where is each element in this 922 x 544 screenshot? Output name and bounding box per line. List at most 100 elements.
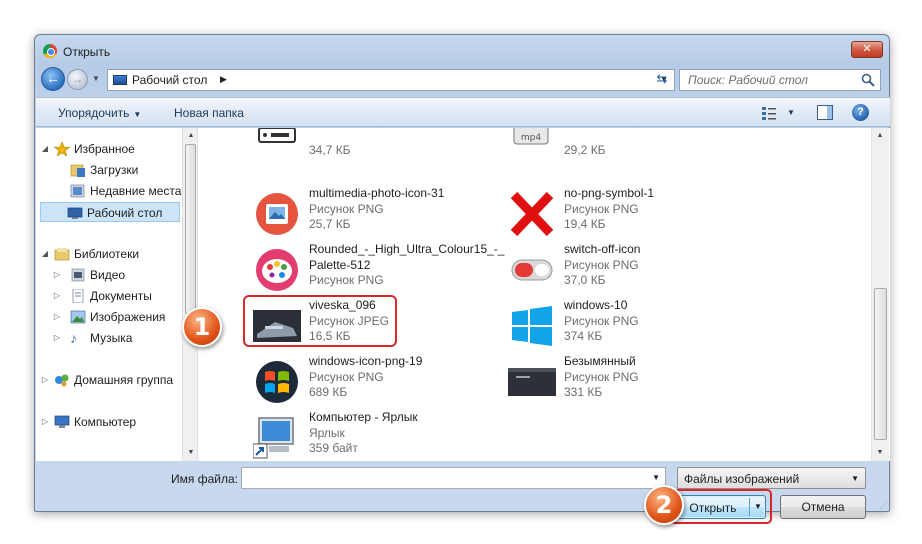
star-icon	[54, 142, 70, 156]
history-dropdown-icon[interactable]: ▼	[92, 74, 100, 83]
expand-arrow-icon[interactable]: ▷	[52, 307, 62, 327]
close-button[interactable]: ✕	[851, 41, 883, 58]
recent-places-icon	[70, 184, 85, 198]
file-item[interactable]: Безымянный Рисунок PNG 331 КБ	[506, 354, 756, 410]
sidebar-item-favorites[interactable]: ◢ Избранное	[40, 139, 186, 159]
filename-dropdown-icon[interactable]: ▼	[652, 473, 660, 482]
breadcrumb-arrow-icon[interactable]: ▶	[220, 74, 227, 85]
file-type: Рисунок PNG	[564, 369, 639, 384]
file-size: 359 байт	[309, 441, 358, 455]
open-file-dialog: Открыть ✕ ← → ▼ Рабочий стол ▶ ▼ ⇆ Поиск…	[34, 34, 890, 524]
scroll-up-icon[interactable]: ▲	[183, 128, 197, 144]
palette-icon	[256, 249, 298, 291]
sidebar-item-computer[interactable]: ▷ Компьютер	[40, 412, 186, 432]
documents-library-icon	[72, 289, 84, 303]
sidebar-item-videos[interactable]: ▷ Видео	[40, 265, 186, 285]
video-library-icon	[71, 268, 85, 282]
homegroup-icon	[55, 374, 69, 387]
windows7-logo	[256, 361, 298, 403]
navigation-scrollbar[interactable]: ▲ ▼	[182, 128, 197, 461]
music-note-icon: ♪	[70, 330, 77, 346]
navigation-pane: ◢ Избранное Загрузки Недавние места Рабо…	[36, 128, 198, 461]
sidebar-item-recent-places[interactable]: Недавние места	[40, 181, 186, 201]
file-type: Рисунок PNG	[564, 257, 639, 272]
forward-button[interactable]: →	[67, 69, 88, 90]
expand-arrow-icon[interactable]: ▷	[52, 265, 62, 285]
file-list-scrollbar[interactable]: ▲ ▼	[871, 128, 889, 461]
file-name: windows-icon-png-19	[309, 354, 423, 368]
file-type: Рисунок PNG	[309, 273, 384, 287]
sidebar-item-label: Недавние места	[90, 184, 182, 198]
libraries-icon	[54, 248, 70, 261]
sidebar-item-label: Видео	[90, 268, 126, 282]
sidebar-item-documents[interactable]: ▷ Документы	[40, 286, 186, 306]
sidebar-item-downloads[interactable]: Загрузки	[40, 160, 186, 180]
change-view-icon[interactable]	[761, 105, 777, 121]
organize-button[interactable]: Упорядочить ▼	[58, 106, 141, 120]
file-item[interactable]: switch-off-icon Рисунок PNG 37,0 КБ	[506, 242, 756, 298]
search-input[interactable]: Поиск: Рабочий стол	[679, 69, 881, 91]
filetype-select[interactable]: Файлы изображений ▼	[677, 467, 866, 489]
file-item[interactable]: multimedia-photo-icon-31 Рисунок PNG 25,…	[251, 186, 501, 242]
address-text[interactable]: Рабочий стол	[132, 73, 207, 87]
sidebar-item-label: Изображения	[90, 310, 166, 324]
filename-field[interactable]: ▼	[241, 467, 666, 489]
screenshot-thumbnail	[508, 368, 556, 396]
scrollbar-thumb[interactable]	[185, 144, 196, 314]
file-item[interactable]: Компьютер - Ярлык Ярлык 359 байт	[251, 410, 501, 461]
expand-arrow-icon[interactable]: ◢	[40, 139, 50, 159]
computer-shortcut-icon	[253, 417, 294, 459]
file-name: Rounded_-_High_Ultra_Colour15_-_	[309, 242, 505, 256]
expand-arrow-icon[interactable]: ▷	[40, 370, 50, 390]
expand-arrow-icon[interactable]: ▷	[40, 412, 50, 432]
svg-text:mp4: mp4	[521, 133, 541, 143]
file-name: no-png-symbol-1	[564, 186, 655, 200]
address-bar[interactable]: Рабочий стол ▶ ▼	[107, 69, 675, 91]
scrollbar-thumb[interactable]	[874, 288, 887, 440]
sidebar-item-homegroup[interactable]: ▷ Домашняя группа	[40, 370, 186, 390]
navigation-bar: ← → ▼ Рабочий стол ▶ ▼ ⇆ Поиск: Рабочий …	[41, 67, 883, 93]
back-button[interactable]: ←	[41, 67, 65, 91]
file-item[interactable]: mp4 29,2 КБ	[506, 128, 756, 168]
view-dropdown-icon[interactable]: ▼	[787, 108, 795, 117]
file-size: 19,4 КБ	[564, 217, 606, 231]
scroll-up-icon[interactable]: ▲	[872, 128, 888, 144]
expand-arrow-icon[interactable]: ▷	[52, 286, 62, 306]
file-item[interactable]: 34,7 КБ	[251, 128, 501, 168]
open-dropdown-icon[interactable]: ▼	[754, 502, 762, 511]
sidebar-item-desktop[interactable]: Рабочий стол	[40, 202, 180, 222]
expand-arrow-icon[interactable]: ▷	[52, 328, 62, 348]
file-type: Рисунок PNG	[564, 201, 639, 216]
sidebar-item-label: Музыка	[90, 331, 133, 345]
sidebar-item-label: Документы	[90, 289, 152, 303]
expand-arrow-icon[interactable]: ◢	[40, 244, 50, 264]
desktop-icon	[113, 75, 127, 85]
new-folder-button[interactable]: Новая папка	[174, 106, 244, 120]
dialog-footer: Имя файла: ▼ Файлы изображений ▼ Открыть…	[36, 462, 890, 524]
file-item[interactable]: windows-icon-png-19 Рисунок PNG 689 КБ	[251, 354, 501, 410]
scroll-down-icon[interactable]: ▼	[183, 445, 197, 461]
resize-grip-icon[interactable]: ⋰	[880, 501, 888, 510]
step-marker-1: 1	[182, 307, 222, 347]
file-type: Ярлык	[309, 425, 345, 440]
sidebar-item-pictures[interactable]: ▷ Изображения	[40, 307, 186, 327]
organize-dropdown-icon: ▼	[133, 110, 142, 119]
preview-pane-icon[interactable]	[817, 105, 833, 120]
sidebar-item-libraries[interactable]: ◢ Библиотеки	[40, 244, 186, 264]
file-name-line2: Palette-512	[309, 257, 371, 272]
cancel-button[interactable]: Отмена	[780, 495, 866, 519]
file-item[interactable]: Rounded_-_High_Ultra_Colour15_-_ Palette…	[251, 242, 505, 298]
step-marker-2: 2	[644, 485, 684, 525]
scroll-down-icon[interactable]: ▼	[872, 445, 888, 461]
sidebar-item-label: Компьютер	[74, 415, 137, 429]
search-icon[interactable]	[861, 73, 875, 87]
photo-icon	[256, 193, 298, 235]
file-item[interactable]: windows-10 Рисунок PNG 374 КБ	[506, 298, 756, 354]
open-button[interactable]: Открыть ▼	[676, 495, 766, 519]
dialog-title: Открыть	[63, 45, 111, 59]
sidebar-item-music[interactable]: ▷ ♪ Музыка	[40, 328, 186, 348]
refresh-button[interactable]: ⇆	[653, 70, 671, 88]
chrome-icon	[43, 44, 57, 58]
file-item[interactable]: no-png-symbol-1 Рисунок PNG 19,4 КБ	[506, 186, 756, 242]
help-icon[interactable]: ?	[852, 104, 869, 121]
